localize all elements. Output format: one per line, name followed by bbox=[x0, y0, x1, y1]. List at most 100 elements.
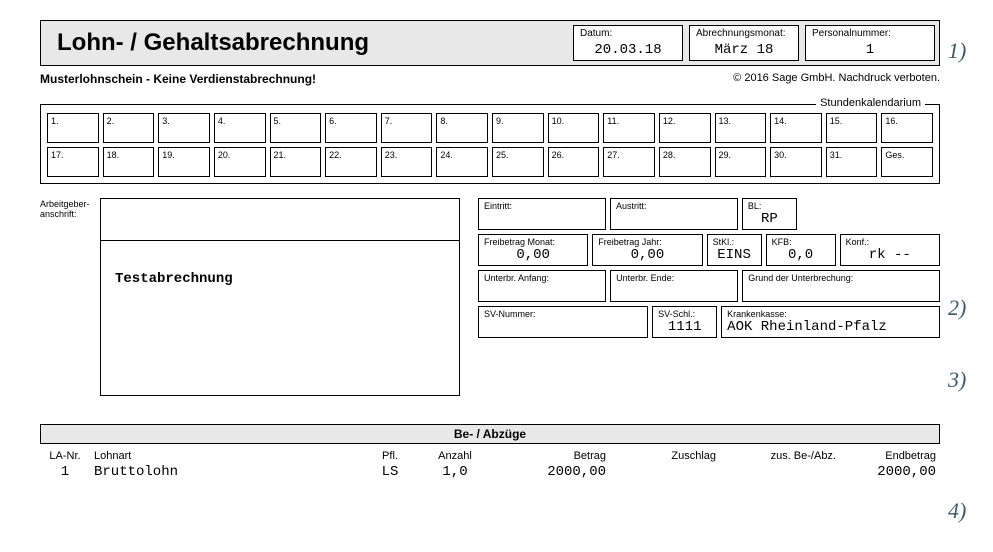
sv-nummer-field: SV-Nummer: bbox=[478, 306, 648, 338]
sv-schl-field: SV-Schl.: 1111 bbox=[652, 306, 717, 338]
calendar-day: 31. bbox=[826, 147, 878, 177]
calendar-day: 9. bbox=[492, 113, 544, 143]
col-zus-beabz: zus. Be-/Abz. bbox=[720, 448, 840, 464]
freibetrag-monat-field: Freibetrag Monat: 0,00 bbox=[478, 234, 588, 266]
row-betrag: 2000,00 bbox=[490, 464, 610, 480]
unterbr-grund-label: Grund der Unterbrechung: bbox=[748, 273, 934, 283]
eintritt-field: Eintritt: bbox=[478, 198, 606, 230]
row-zus-beabz bbox=[720, 464, 840, 480]
personnel-number-field: Personalnummer: 1 bbox=[805, 25, 935, 61]
bundesland-label: BL: bbox=[748, 201, 791, 211]
austritt-label: Austritt: bbox=[616, 201, 732, 211]
konf-label: Konf.: bbox=[846, 237, 934, 247]
calendar-day: 14. bbox=[770, 113, 822, 143]
sv-schl-value: 1111 bbox=[658, 319, 711, 335]
billing-month-value: März 18 bbox=[696, 42, 792, 58]
calendar-day: 15. bbox=[826, 113, 878, 143]
stkl-label: StKl.: bbox=[713, 237, 756, 247]
annotation-2: 2) bbox=[948, 295, 966, 321]
sv-nummer-label: SV-Nummer: bbox=[484, 309, 642, 319]
document-title: Lohn- / Gehaltsabrechnung bbox=[45, 25, 567, 61]
annotation-3: 3) bbox=[948, 367, 966, 393]
deductions-table-header: LA-Nr. Lohnart Pfl. Anzahl Betrag Zuschl… bbox=[40, 448, 940, 464]
calendar-day: 7. bbox=[381, 113, 433, 143]
calendar-day: 6. bbox=[325, 113, 377, 143]
billing-month-label: Abrechnungsmonat: bbox=[696, 28, 792, 39]
calendar-day: 4. bbox=[214, 113, 266, 143]
calendar-day: 10. bbox=[548, 113, 600, 143]
row-zuschlag bbox=[610, 464, 720, 480]
row-endbetrag: 2000,00 bbox=[840, 464, 940, 480]
calendar-day: Ges. bbox=[881, 147, 933, 177]
employer-name: Testabrechnung bbox=[101, 241, 459, 317]
calendar-day: 18. bbox=[103, 147, 155, 177]
employer-address-box: Testabrechnung bbox=[100, 198, 460, 396]
col-la-nr: LA-Nr. bbox=[40, 448, 90, 464]
date-field: Datum: 20.03.18 bbox=[573, 25, 683, 61]
employer-address-label: Arbeitgeber-anschrift: bbox=[40, 198, 100, 220]
personnel-number-value: 1 bbox=[812, 42, 928, 58]
calendar-day: 2. bbox=[103, 113, 155, 143]
subline: Musterlohnschein - Keine Verdienstabrech… bbox=[40, 72, 940, 86]
row-lohnart: Bruttolohn bbox=[90, 464, 360, 480]
calendar-day: 22. bbox=[325, 147, 377, 177]
calendar-day: 28. bbox=[659, 147, 711, 177]
unterbr-anfang-field: Unterbr. Anfang: bbox=[478, 270, 606, 302]
annotation-1: 1) bbox=[948, 38, 966, 64]
kfb-label: KFB: bbox=[772, 237, 830, 247]
calendar-day: 26. bbox=[548, 147, 600, 177]
table-row: 1 Bruttolohn LS 1,0 2000,00 2000,00 bbox=[40, 464, 940, 480]
row-anzahl: 1,0 bbox=[420, 464, 490, 480]
billing-month-field: Abrechnungsmonat: März 18 bbox=[689, 25, 799, 61]
deductions-header: Be- / Abzüge bbox=[40, 424, 940, 444]
sample-notice: Musterlohnschein - Keine Verdienstabrech… bbox=[40, 72, 316, 86]
unterbr-ende-label: Unterbr. Ende: bbox=[616, 273, 732, 283]
eintritt-label: Eintritt: bbox=[484, 201, 600, 211]
calendar-day: 29. bbox=[715, 147, 767, 177]
calendar-day: 3. bbox=[158, 113, 210, 143]
calendar-day: 1. bbox=[47, 113, 99, 143]
unterbr-grund-field: Grund der Unterbrechung: bbox=[742, 270, 940, 302]
freibetrag-jahr-value: 0,00 bbox=[598, 247, 696, 263]
calendar-day: 24. bbox=[436, 147, 488, 177]
calendar-day: 11. bbox=[603, 113, 655, 143]
freibetrag-monat-label: Freibetrag Monat: bbox=[484, 237, 582, 247]
calendar-day: 16. bbox=[881, 113, 933, 143]
calendar-day: 23. bbox=[381, 147, 433, 177]
calendar-day: 13. bbox=[715, 113, 767, 143]
sv-schl-label: SV-Schl.: bbox=[658, 309, 711, 319]
krankenkasse-value: AOK Rheinland-Pfalz bbox=[727, 319, 934, 335]
calendar-day: 12. bbox=[659, 113, 711, 143]
freibetrag-monat-value: 0,00 bbox=[484, 247, 582, 263]
unterbr-ende-field: Unterbr. Ende: bbox=[610, 270, 738, 302]
konf-field: Konf.: rk -- bbox=[840, 234, 940, 266]
calendar-day: 20. bbox=[214, 147, 266, 177]
date-label: Datum: bbox=[580, 28, 676, 39]
kfb-field: KFB: 0,0 bbox=[766, 234, 836, 266]
bundesland-value: RP bbox=[748, 211, 791, 227]
col-zuschlag: Zuschlag bbox=[610, 448, 720, 464]
calendar-day: 30. bbox=[770, 147, 822, 177]
row-la-nr: 1 bbox=[40, 464, 90, 480]
col-betrag: Betrag bbox=[490, 448, 610, 464]
col-endbetrag: Endbetrag bbox=[840, 448, 940, 464]
calendar-day: 5. bbox=[270, 113, 322, 143]
konf-value: rk -- bbox=[846, 247, 934, 263]
header-bar: Lohn- / Gehaltsabrechnung Datum: 20.03.1… bbox=[40, 20, 940, 66]
col-lohnart: Lohnart bbox=[90, 448, 360, 464]
calendar-day: 17. bbox=[47, 147, 99, 177]
calendar-day: 27. bbox=[603, 147, 655, 177]
stkl-field: StKl.: EINS bbox=[707, 234, 762, 266]
unterbr-anfang-label: Unterbr. Anfang: bbox=[484, 273, 600, 283]
bundesland-field: BL: RP bbox=[742, 198, 797, 230]
row-pfl: LS bbox=[360, 464, 420, 480]
kfb-value: 0,0 bbox=[772, 247, 830, 263]
hours-calendar-legend: Stundenkalendarium bbox=[816, 97, 925, 109]
freibetrag-jahr-field: Freibetrag Jahr: 0,00 bbox=[592, 234, 702, 266]
copyright-notice: © 2016 Sage GmbH. Nachdruck verboten. bbox=[733, 72, 940, 86]
hours-calendar: Stundenkalendarium 1.2.3.4.5.6.7.8.9.10.… bbox=[40, 104, 940, 184]
freibetrag-jahr-label: Freibetrag Jahr: bbox=[598, 237, 696, 247]
calendar-day: 25. bbox=[492, 147, 544, 177]
date-value: 20.03.18 bbox=[580, 42, 676, 58]
stkl-value: EINS bbox=[713, 247, 756, 263]
